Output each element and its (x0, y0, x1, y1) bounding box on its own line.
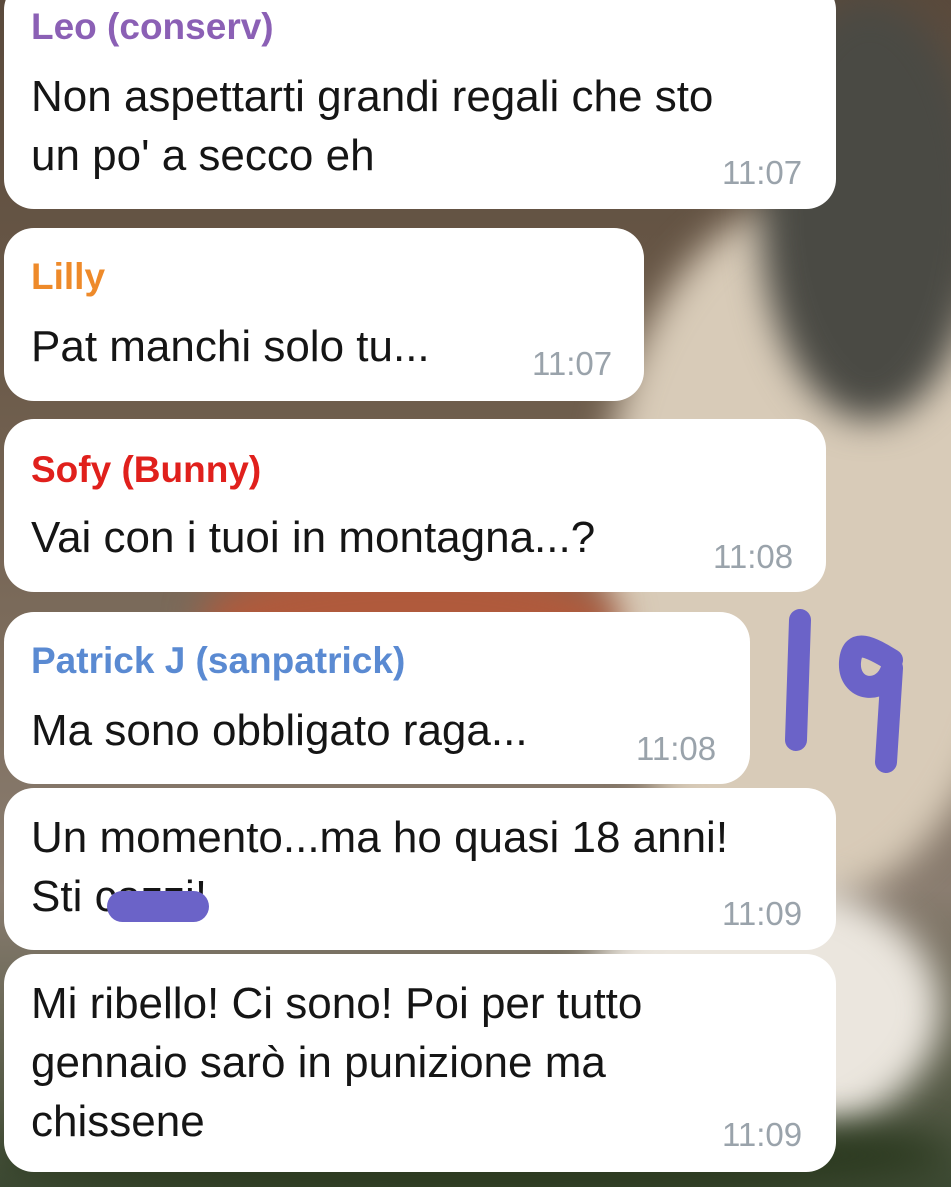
sender-name[interactable]: Lilly (31, 256, 105, 298)
message-timestamp: 11:09 (722, 895, 803, 932)
message-timestamp: 11:07 (722, 154, 803, 191)
message-timestamp: 11:08 (636, 730, 717, 767)
message-text: Mi ribello! Ci sono! Poi per tutto genna… (31, 979, 643, 1146)
message-text: Ma sono obbligato raga... (31, 706, 528, 755)
message-timestamp: 11:07 (532, 345, 613, 382)
message-text: Vai con i tuoi in montagna...? (31, 513, 596, 562)
redaction-mark (107, 891, 209, 922)
message-bubble[interactable]: Un momento...ma ho quasi 18 anni! Sti ca… (4, 788, 836, 950)
message-bubble[interactable]: Patrick J (sanpatrick) Ma sono obbligato… (4, 612, 750, 784)
sender-name[interactable]: Sofy (Bunny) (31, 449, 261, 491)
message-text: Non aspettarti grandi regali che sto un … (31, 72, 714, 180)
message-text: Pat manchi solo tu... (31, 322, 430, 371)
sender-name[interactable]: Patrick J (sanpatrick) (31, 640, 405, 682)
message-bubble[interactable]: Leo (conserv) Non aspettarti grandi rega… (4, 0, 836, 209)
sender-name[interactable]: Leo (conserv) (31, 6, 274, 48)
message-bubble[interactable]: Mi ribello! Ci sono! Poi per tutto genna… (4, 954, 836, 1172)
handwritten-annotation (785, 609, 903, 773)
message-timestamp: 11:08 (713, 538, 794, 575)
message-bubble[interactable]: Sofy (Bunny) Vai con i tuoi in montagna.… (4, 419, 826, 592)
message-bubble[interactable]: Lilly Pat manchi solo tu... 11:07 (4, 228, 644, 401)
message-timestamp: 11:09 (722, 1116, 803, 1153)
